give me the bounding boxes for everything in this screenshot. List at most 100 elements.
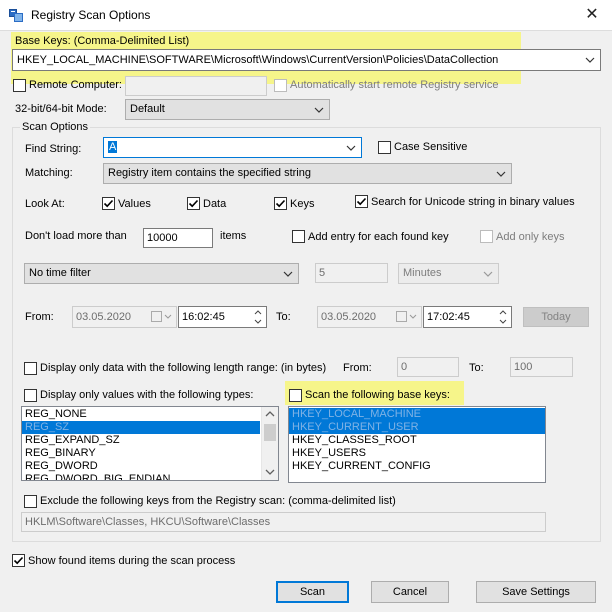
base-keys-combo[interactable]: HKEY_LOCAL_MACHINE\SOFTWARE\Microsoft\Wi… (12, 49, 601, 71)
calendar-icon (151, 311, 172, 322)
time-filter-value: No time filter (29, 267, 91, 279)
case-sensitive-label: Case Sensitive (394, 141, 468, 153)
to-date-value: 03.05.2020 (321, 311, 377, 323)
items-label: items (220, 230, 247, 242)
list-item[interactable]: HKEY_USERS (289, 447, 545, 460)
list-item[interactable]: REG_EXPAND_SZ (22, 434, 260, 447)
add-only-keys-checkbox[interactable] (480, 230, 493, 243)
show-found-checkbox[interactable] (12, 554, 25, 567)
matching-label: Matching: (25, 167, 73, 179)
base-keys-label: Base Keys: (Comma-Delimited List) (15, 35, 190, 47)
spin-arrows-icon[interactable] (250, 307, 266, 327)
list-item[interactable]: REG_DWORD (22, 460, 260, 473)
find-string-label: Find String: (25, 143, 82, 155)
auto-start-checkbox[interactable] (274, 79, 287, 92)
unicode-checkbox[interactable] (355, 195, 368, 208)
scrollbar-thumb[interactable] (264, 424, 276, 441)
from-label: From: (25, 311, 54, 323)
checkmark-icon (356, 197, 367, 206)
chevron-down-icon[interactable] (584, 50, 596, 69)
chevron-down-icon[interactable] (265, 468, 275, 476)
types-scrollbar[interactable] (261, 407, 278, 480)
list-item[interactable]: REG_BINARY (22, 447, 260, 460)
length-from-label: From: (343, 362, 372, 374)
window-title: Registry Scan Options (31, 8, 151, 22)
matching-select[interactable]: Registry item contains the specified str… (103, 163, 512, 184)
time-filter-select[interactable]: No time filter (24, 263, 299, 284)
types-list[interactable]: REG_NONE REG_SZ REG_EXPAND_SZ REG_BINARY… (21, 406, 279, 481)
remote-computer-checkbox[interactable] (13, 79, 26, 92)
base-keys-list[interactable]: HKEY_LOCAL_MACHINE HKEY_CURRENT_USER HKE… (288, 406, 546, 483)
checkmark-icon (103, 199, 114, 208)
save-settings-button[interactable]: Save Settings (476, 581, 596, 603)
chevron-down-icon (483, 271, 493, 277)
from-time-value: 16:02:45 (182, 311, 225, 323)
to-label: To: (276, 311, 291, 323)
list-item[interactable]: REG_SZ (22, 421, 260, 434)
remote-computer-label: Remote Computer: (29, 79, 122, 91)
values-checkbox[interactable] (102, 197, 115, 210)
spin-arrows-icon[interactable] (495, 307, 511, 327)
base-keys-scan-checkbox[interactable] (289, 389, 302, 402)
checkmark-icon (275, 199, 286, 208)
list-item[interactable]: HKEY_LOCAL_MACHINE (289, 408, 545, 421)
add-only-keys-label: Add only keys (496, 231, 565, 243)
show-found-label: Show found items during the scan process (28, 555, 236, 567)
mode-label: 32-bit/64-bit Mode: (15, 103, 107, 115)
chevron-down-icon[interactable] (345, 138, 357, 157)
keys-label: Keys (290, 198, 315, 210)
scan-options-title: Scan Options (20, 121, 91, 134)
dont-load-label: Don't load more than (25, 230, 127, 242)
length-to-input[interactable]: 100 (510, 357, 573, 377)
list-item[interactable]: HKEY_CLASSES_ROOT (289, 434, 545, 447)
add-entry-checkbox[interactable] (292, 230, 305, 243)
to-time-value: 17:02:45 (427, 311, 470, 323)
scan-button[interactable]: Scan (276, 581, 349, 603)
from-date-picker[interactable]: 03.05.2020 (72, 306, 177, 328)
to-time-input[interactable]: 17:02:45 (423, 306, 512, 328)
list-item[interactable]: HKEY_CURRENT_CONFIG (289, 460, 545, 473)
mode-select[interactable]: Default (125, 99, 330, 120)
length-range-checkbox[interactable] (24, 362, 37, 375)
cancel-button[interactable]: Cancel (371, 581, 449, 603)
matching-value: Registry item contains the specified str… (108, 167, 311, 179)
list-item[interactable]: REG_DWORD_BIG_ENDIAN (22, 473, 260, 480)
unicode-label: Search for Unicode string in binary valu… (371, 196, 575, 208)
chevron-down-icon (283, 271, 293, 277)
list-item[interactable]: REG_NONE (22, 408, 260, 421)
exclude-label: Exclude the following keys from the Regi… (40, 495, 396, 507)
time-amount-input[interactable]: 5 (315, 263, 388, 283)
to-date-picker[interactable]: 03.05.2020 (317, 306, 422, 328)
chevron-up-icon[interactable] (265, 410, 275, 418)
find-string-value: A (108, 141, 118, 153)
remote-computer-input[interactable] (125, 76, 267, 96)
values-label: Values (118, 198, 151, 210)
today-button[interactable]: Today (523, 307, 589, 327)
mode-value: Default (130, 103, 165, 115)
length-from-input[interactable]: 0 (397, 357, 459, 377)
base-keys-scan-label: Scan the following base keys: (305, 389, 450, 401)
exclude-checkbox[interactable] (24, 495, 37, 508)
add-entry-label: Add entry for each found key (308, 231, 449, 243)
exclude-input[interactable]: HKLM\Software\Classes, HKCU\Software\Cla… (21, 512, 546, 532)
close-icon[interactable]: ✕ (580, 4, 604, 26)
length-range-label: Display only data with the following len… (40, 362, 327, 374)
registry-app-icon (9, 9, 23, 22)
data-checkbox[interactable] (187, 197, 200, 210)
look-at-label: Look At: (25, 198, 65, 210)
chevron-down-icon (496, 171, 506, 177)
base-keys-value: HKEY_LOCAL_MACHINE\SOFTWARE\Microsoft\Wi… (17, 54, 499, 66)
from-time-input[interactable]: 16:02:45 (178, 306, 267, 328)
find-string-combo[interactable]: A (103, 137, 362, 158)
time-unit-select[interactable]: Minutes (398, 263, 499, 284)
from-date-value: 03.05.2020 (76, 311, 132, 323)
dont-load-input[interactable]: 10000 (143, 228, 213, 248)
calendar-icon (396, 311, 417, 322)
list-item[interactable]: HKEY_CURRENT_USER (289, 421, 545, 434)
types-checkbox[interactable] (24, 389, 37, 402)
time-unit-value: Minutes (403, 267, 442, 279)
length-to-label: To: (469, 362, 484, 374)
case-sensitive-checkbox[interactable] (378, 141, 391, 154)
keys-checkbox[interactable] (274, 197, 287, 210)
chevron-down-icon (314, 107, 324, 113)
